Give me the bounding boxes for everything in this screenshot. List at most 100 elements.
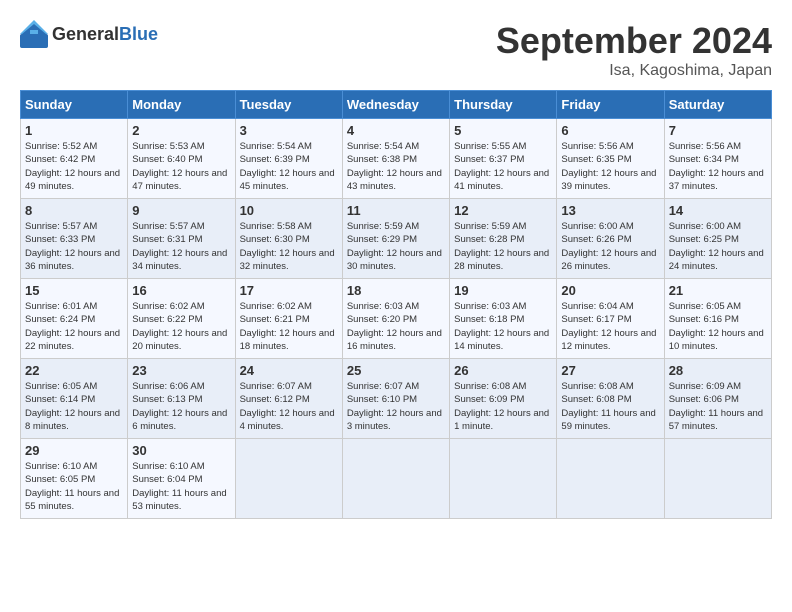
header-day-wednesday: Wednesday (342, 91, 449, 119)
header-day-friday: Friday (557, 91, 664, 119)
calendar-cell: 13 Sunrise: 6:00 AM Sunset: 6:26 PM Dayli… (557, 199, 664, 279)
day-number: 26 (454, 363, 552, 378)
day-number: 3 (240, 123, 338, 138)
calendar-cell: 28Sunrise: 6:09 AM Sunset: 6:06 PM Dayli… (664, 359, 771, 439)
calendar-cell (450, 439, 557, 519)
calendar-cell: 7Sunrise: 5:56 AM Sunset: 6:34 PM Daylig… (664, 119, 771, 199)
logo-general-text: General (52, 24, 119, 44)
day-info: Sunrise: 6:10 AM Sunset: 6:04 PM Dayligh… (132, 460, 230, 513)
logo: GeneralBlue (20, 20, 158, 48)
day-info: Sunrise: 5:56 AM Sunset: 6:34 PM Dayligh… (669, 140, 767, 193)
day-number: 15 (25, 283, 123, 298)
day-number: 9 (132, 203, 230, 218)
day-info: Sunrise: 5:59 AM Sunset: 6:28 PM Dayligh… (454, 220, 552, 273)
calendar-cell (235, 439, 342, 519)
calendar-cell: 25 Sunrise: 6:07 AM Sunset: 6:10 PM Dayli… (342, 359, 449, 439)
day-info: Sunrise: 6:03 AM Sunset: 6:20 PM Dayligh… (347, 300, 445, 353)
day-number: 29 (25, 443, 123, 458)
day-number: 25 (347, 363, 445, 378)
calendar-cell (557, 439, 664, 519)
day-number: 16 (132, 283, 230, 298)
day-info: Sunrise: 5:57 AM Sunset: 6:33 PM Dayligh… (25, 220, 123, 273)
day-info: Sunrise: 6:00 AM Sunset: 6:26 PM Dayligh… (561, 220, 659, 273)
logo-blue-text: Blue (119, 24, 158, 44)
day-number: 22 (25, 363, 123, 378)
day-number: 13 (561, 203, 659, 218)
day-number: 4 (347, 123, 445, 138)
calendar-cell: 29 Sunrise: 6:10 AM Sunset: 6:05 PM Dayli… (21, 439, 128, 519)
day-number: 19 (454, 283, 552, 298)
calendar-cell: 16Sunrise: 6:02 AM Sunset: 6:22 PM Dayli… (128, 279, 235, 359)
calendar-cell: 5 Sunrise: 5:55 AM Sunset: 6:37 PM Daylig… (450, 119, 557, 199)
day-number: 21 (669, 283, 767, 298)
calendar-cell: 10Sunrise: 5:58 AM Sunset: 6:30 PM Dayli… (235, 199, 342, 279)
day-info: Sunrise: 5:54 AM Sunset: 6:39 PM Dayligh… (240, 140, 338, 193)
header-day-thursday: Thursday (450, 91, 557, 119)
calendar-cell: 2 Sunrise: 5:53 AM Sunset: 6:40 PM Daylig… (128, 119, 235, 199)
day-info: Sunrise: 6:03 AM Sunset: 6:18 PM Dayligh… (454, 300, 552, 353)
day-info: Sunrise: 5:54 AM Sunset: 6:38 PM Dayligh… (347, 140, 445, 193)
calendar-cell: 22 Sunrise: 6:05 AM Sunset: 6:14 PM Dayli… (21, 359, 128, 439)
day-number: 5 (454, 123, 552, 138)
calendar-week-row: 15 Sunrise: 6:01 AM Sunset: 6:24 PM Dayli… (21, 279, 772, 359)
calendar-cell: 14 Sunrise: 6:00 AM Sunset: 6:25 PM Dayli… (664, 199, 771, 279)
calendar-cell: 21 Sunrise: 6:05 AM Sunset: 6:16 PM Dayli… (664, 279, 771, 359)
day-info: Sunrise: 5:55 AM Sunset: 6:37 PM Dayligh… (454, 140, 552, 193)
calendar-header-row: SundayMondayTuesdayWednesdayThursdayFrid… (21, 91, 772, 119)
day-info: Sunrise: 6:08 AM Sunset: 6:09 PM Dayligh… (454, 380, 552, 433)
calendar-cell: 19 Sunrise: 6:03 AM Sunset: 6:18 PM Dayli… (450, 279, 557, 359)
day-number: 14 (669, 203, 767, 218)
calendar-cell: 8Sunrise: 5:57 AM Sunset: 6:33 PM Daylig… (21, 199, 128, 279)
calendar-cell: 24 Sunrise: 6:07 AM Sunset: 6:12 PM Dayli… (235, 359, 342, 439)
header-day-monday: Monday (128, 91, 235, 119)
day-info: Sunrise: 6:07 AM Sunset: 6:12 PM Dayligh… (240, 380, 338, 433)
calendar-cell: 26 Sunrise: 6:08 AM Sunset: 6:09 PM Dayli… (450, 359, 557, 439)
day-info: Sunrise: 6:10 AM Sunset: 6:05 PM Dayligh… (25, 460, 123, 513)
month-title: September 2024 (496, 20, 772, 62)
day-info: Sunrise: 6:05 AM Sunset: 6:14 PM Dayligh… (25, 380, 123, 433)
calendar-cell (664, 439, 771, 519)
day-number: 18 (347, 283, 445, 298)
page-header: GeneralBlue September 2024 Isa, Kagoshim… (20, 20, 772, 80)
header-day-saturday: Saturday (664, 91, 771, 119)
day-info: Sunrise: 5:53 AM Sunset: 6:40 PM Dayligh… (132, 140, 230, 193)
day-info: Sunrise: 6:00 AM Sunset: 6:25 PM Dayligh… (669, 220, 767, 273)
calendar-cell: 23Sunrise: 6:06 AM Sunset: 6:13 PM Dayli… (128, 359, 235, 439)
calendar-cell: 18 Sunrise: 6:03 AM Sunset: 6:20 PM Dayli… (342, 279, 449, 359)
day-number: 6 (561, 123, 659, 138)
calendar-cell: 6 Sunrise: 5:56 AM Sunset: 6:35 PM Daylig… (557, 119, 664, 199)
calendar-cell: 27Sunrise: 6:08 AM Sunset: 6:08 PM Dayli… (557, 359, 664, 439)
header-day-sunday: Sunday (21, 91, 128, 119)
calendar-cell: 17Sunrise: 6:02 AM Sunset: 6:21 PM Dayli… (235, 279, 342, 359)
day-number: 17 (240, 283, 338, 298)
calendar-week-row: 1 Sunrise: 5:52 AM Sunset: 6:42 PM Daylig… (21, 119, 772, 199)
day-info: Sunrise: 6:09 AM Sunset: 6:06 PM Dayligh… (669, 380, 767, 433)
calendar-cell: 12Sunrise: 5:59 AM Sunset: 6:28 PM Dayli… (450, 199, 557, 279)
day-number: 1 (25, 123, 123, 138)
calendar-cell: 4 Sunrise: 5:54 AM Sunset: 6:38 PM Daylig… (342, 119, 449, 199)
day-info: Sunrise: 5:57 AM Sunset: 6:31 PM Dayligh… (132, 220, 230, 273)
calendar-cell: 20 Sunrise: 6:04 AM Sunset: 6:17 PM Dayli… (557, 279, 664, 359)
calendar-cell: 15 Sunrise: 6:01 AM Sunset: 6:24 PM Dayli… (21, 279, 128, 359)
title-area: September 2024 Isa, Kagoshima, Japan (496, 20, 772, 80)
calendar-cell (342, 439, 449, 519)
day-number: 2 (132, 123, 230, 138)
location-title: Isa, Kagoshima, Japan (496, 62, 772, 80)
day-info: Sunrise: 6:07 AM Sunset: 6:10 PM Dayligh… (347, 380, 445, 433)
calendar-week-row: 8Sunrise: 5:57 AM Sunset: 6:33 PM Daylig… (21, 199, 772, 279)
day-info: Sunrise: 6:08 AM Sunset: 6:08 PM Dayligh… (561, 380, 659, 433)
calendar-cell: 30Sunrise: 6:10 AM Sunset: 6:04 PM Dayli… (128, 439, 235, 519)
day-info: Sunrise: 6:04 AM Sunset: 6:17 PM Dayligh… (561, 300, 659, 353)
calendar-week-row: 22 Sunrise: 6:05 AM Sunset: 6:14 PM Dayli… (21, 359, 772, 439)
day-info: Sunrise: 5:58 AM Sunset: 6:30 PM Dayligh… (240, 220, 338, 273)
header-day-tuesday: Tuesday (235, 91, 342, 119)
calendar-cell: 9 Sunrise: 5:57 AM Sunset: 6:31 PM Daylig… (128, 199, 235, 279)
day-info: Sunrise: 5:52 AM Sunset: 6:42 PM Dayligh… (25, 140, 123, 193)
day-info: Sunrise: 5:56 AM Sunset: 6:35 PM Dayligh… (561, 140, 659, 193)
day-info: Sunrise: 6:05 AM Sunset: 6:16 PM Dayligh… (669, 300, 767, 353)
calendar-cell: 11Sunrise: 5:59 AM Sunset: 6:29 PM Dayli… (342, 199, 449, 279)
calendar-cell: 1 Sunrise: 5:52 AM Sunset: 6:42 PM Daylig… (21, 119, 128, 199)
day-number: 24 (240, 363, 338, 378)
day-number: 20 (561, 283, 659, 298)
day-info: Sunrise: 6:01 AM Sunset: 6:24 PM Dayligh… (25, 300, 123, 353)
